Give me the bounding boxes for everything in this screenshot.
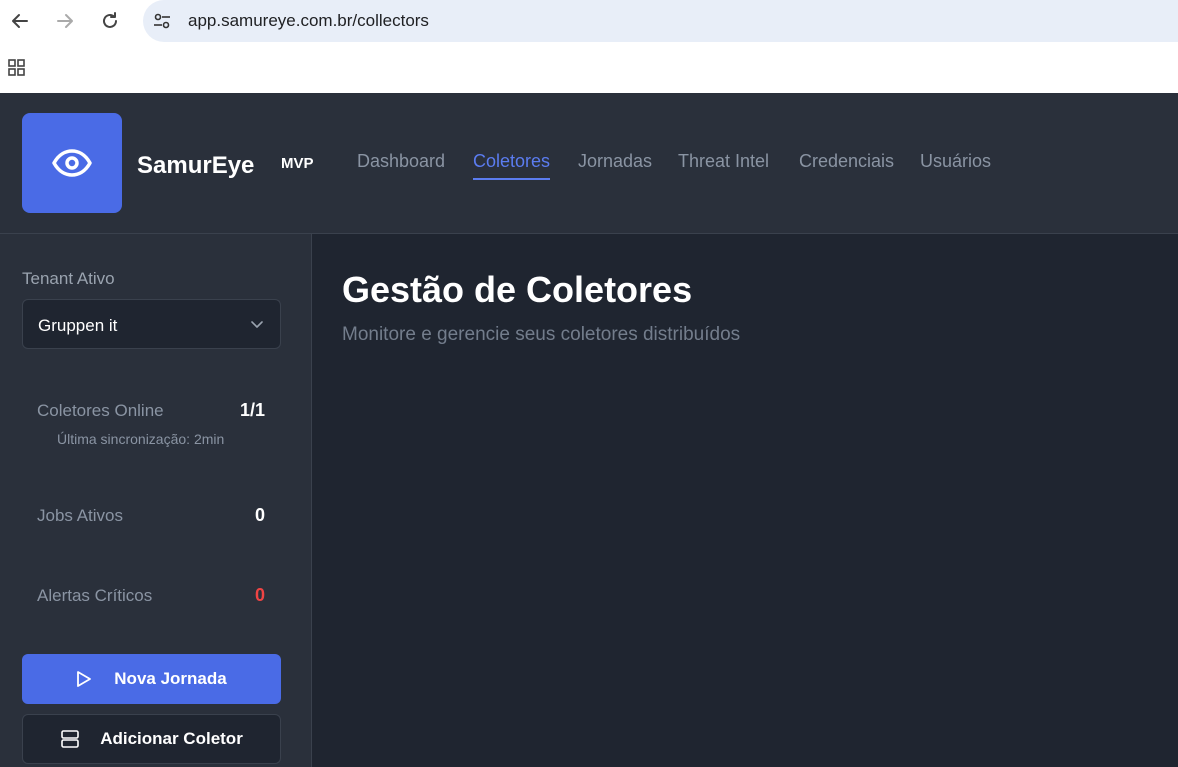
tab-dashboard[interactable]: Dashboard <box>357 151 445 178</box>
logo[interactable] <box>22 113 122 213</box>
active-jobs-label: Jobs Ativos <box>37 506 123 525</box>
site-settings-icon[interactable] <box>150 9 174 33</box>
sidebar: Tenant Ativo Gruppen it Coletores Online… <box>0 234 312 767</box>
collectors-online-value: 1/1 <box>239 400 265 420</box>
add-collector-label: Adicionar Coletor <box>100 729 243 748</box>
last-sync-text: Última sincronização: 2min <box>57 431 225 447</box>
new-journey-button[interactable]: Nova Jornada <box>22 654 281 704</box>
browser-chrome: app.samureye.com.br/collectors <box>0 0 1178 93</box>
reload-icon[interactable] <box>98 9 122 33</box>
tenant-select[interactable]: Gruppen it <box>22 299 281 349</box>
active-jobs-value: 0 <box>254 505 265 525</box>
url-text[interactable]: app.samureye.com.br/collectors <box>188 11 429 31</box>
page-subtitle: Monitore e gerencie seus coletores distr… <box>342 324 741 345</box>
critical-alerts-value: 0 <box>254 585 265 605</box>
app-header: SamurEye MVP Dashboard Coletores Jornada… <box>0 93 1178 234</box>
address-bar[interactable]: app.samureye.com.br/collectors <box>143 0 1178 42</box>
back-icon[interactable] <box>8 9 32 33</box>
play-icon <box>77 671 92 687</box>
critical-alerts-label: Alertas Críticos <box>37 586 153 605</box>
apps-grid-icon[interactable] <box>7 58 27 78</box>
collectors-online-label: Coletores Online <box>37 401 164 420</box>
new-journey-label: Nova Jornada <box>114 669 227 688</box>
eye-icon <box>52 149 92 177</box>
tab-usuarios[interactable]: Usuários <box>920 151 991 178</box>
tab-jornadas[interactable]: Jornadas <box>578 151 652 178</box>
tenant-value: Gruppen it <box>38 316 118 335</box>
tab-credenciais[interactable]: Credenciais <box>799 151 894 178</box>
server-icon <box>61 730 79 748</box>
add-collector-button[interactable]: Adicionar Coletor <box>22 714 281 764</box>
page-title: Gestão de Coletores <box>342 269 693 310</box>
chevron-down-icon <box>251 321 263 328</box>
tab-threat-intel[interactable]: Threat Intel <box>678 151 769 178</box>
mvp-badge: MVP <box>281 155 314 172</box>
tab-coletores[interactable]: Coletores <box>473 151 551 180</box>
main-content: Gestão de Coletores Monitore e gerencie … <box>313 234 1178 767</box>
brand-name: SamurEye <box>137 152 255 179</box>
forward-icon[interactable] <box>53 9 77 33</box>
tenant-label: Tenant Ativo <box>22 269 115 288</box>
